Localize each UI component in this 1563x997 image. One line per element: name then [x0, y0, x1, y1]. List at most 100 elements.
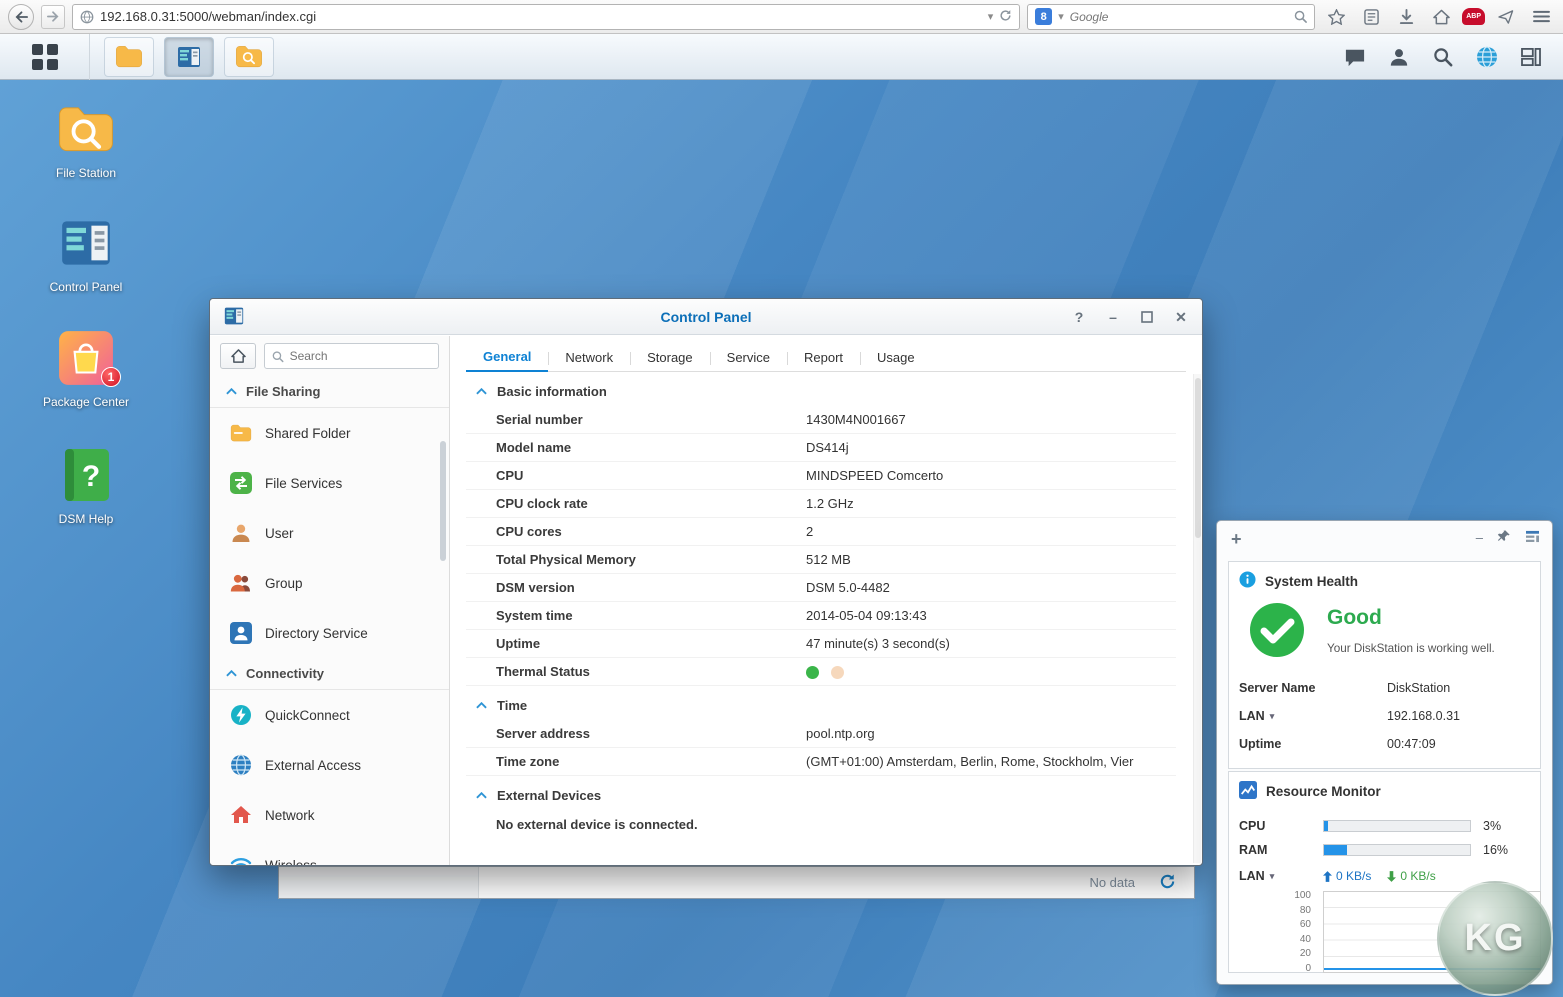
notifications-icon[interactable] — [1339, 41, 1371, 73]
pin-icon[interactable] — [1497, 529, 1511, 546]
content-scrollbar[interactable] — [1193, 374, 1201, 863]
section-time[interactable]: Time — [466, 690, 1176, 720]
network-icon — [230, 804, 252, 826]
system-health-title: System Health — [1265, 574, 1358, 589]
tab-network[interactable]: Network — [548, 345, 630, 371]
sidebar-scrollbar[interactable] — [440, 441, 446, 561]
health-row-lan: LAN▾ 192.168.0.31 — [1239, 702, 1532, 730]
add-widget-button[interactable]: + — [1231, 529, 1242, 549]
sidebar-item-directory-service[interactable]: Directory Service — [210, 608, 449, 658]
close-button[interactable]: ✕ — [1172, 308, 1190, 326]
info-label: DSM version — [466, 580, 806, 595]
downloads-icon[interactable] — [1392, 4, 1420, 30]
maximize-button[interactable] — [1138, 308, 1156, 326]
watermark-text: KG — [1465, 917, 1526, 960]
sidebar-search-input[interactable] — [290, 349, 431, 363]
resource-monitor-title: Resource Monitor — [1266, 784, 1381, 799]
tab-usage[interactable]: Usage — [860, 345, 932, 371]
apps-grid-icon — [32, 44, 58, 70]
home-button[interactable] — [220, 343, 256, 369]
tab-storage[interactable]: Storage — [630, 345, 710, 371]
widgets-panel-icon[interactable] — [1515, 41, 1547, 73]
thermal-dot-beige — [831, 666, 844, 679]
forward-button[interactable] — [41, 5, 65, 29]
chevron-up-icon — [226, 670, 237, 677]
desktop-icon-package-center[interactable]: 1 Package Center — [40, 327, 132, 410]
sidebar-item-external-access[interactable]: External Access — [210, 740, 449, 790]
url-dropdown-icon[interactable]: ▾ — [988, 10, 994, 23]
desktop-icon-file-station[interactable]: File Station — [40, 98, 132, 181]
url-bar[interactable]: ▾ — [72, 4, 1020, 30]
help-button[interactable]: ? — [1070, 308, 1088, 326]
sidebar-item-network[interactable]: Network — [210, 790, 449, 840]
health-row-value: DiskStation — [1387, 681, 1450, 695]
kitguru-watermark: KG — [1437, 881, 1553, 996]
info-label: CPU clock rate — [466, 496, 806, 511]
refresh-icon[interactable] — [1159, 873, 1176, 893]
dsm-taskbar — [0, 34, 1563, 80]
sidebar-section-connectivity[interactable]: Connectivity — [210, 658, 449, 690]
sidebar-item-quickconnect[interactable]: QuickConnect — [210, 690, 449, 740]
chevron-down-icon[interactable]: ▾ — [1270, 711, 1275, 722]
url-input[interactable] — [100, 9, 982, 24]
file-services-icon — [230, 472, 252, 494]
sidebar-item-shared-folder[interactable]: Shared Folder — [210, 408, 449, 458]
widget-panel-icon[interactable] — [1525, 530, 1540, 546]
info-value: 2014-05-04 09:13:43 — [806, 608, 1176, 623]
background-window[interactable]: No data — [278, 866, 1195, 899]
tab-service[interactable]: Service — [710, 345, 787, 371]
adblock-plus-icon[interactable]: ABP — [1462, 8, 1485, 25]
sidebar-item-user[interactable]: User — [210, 508, 449, 558]
tab-general[interactable]: General — [466, 344, 548, 372]
taskbar-app-file-station[interactable] — [104, 37, 154, 77]
desktop-icon-control-panel[interactable]: Control Panel — [40, 212, 132, 295]
widget-minimize-button[interactable]: – — [1476, 530, 1483, 545]
bookmarks-sidebar-icon[interactable] — [1357, 4, 1385, 30]
taskbar-app-file-browser[interactable] — [224, 37, 274, 77]
title-bar[interactable]: Control Panel ? – ✕ — [210, 299, 1202, 335]
health-check-icon — [1249, 602, 1305, 661]
sidebar-section-file-sharing[interactable]: File Sharing — [210, 376, 449, 408]
pocket-send-icon[interactable] — [1492, 4, 1520, 30]
tab-report[interactable]: Report — [787, 345, 860, 371]
taskbar-app-control-panel[interactable] — [164, 37, 214, 77]
chevron-down-icon[interactable]: ▾ — [1270, 871, 1275, 882]
quickconnect-globe-icon[interactable] — [1471, 41, 1503, 73]
info-value: 1430M4N001667 — [806, 412, 1176, 427]
main-menu-button[interactable] — [0, 34, 90, 80]
no-data-label: No data — [1089, 875, 1135, 890]
chevron-up-icon — [476, 702, 487, 709]
cpu-percent: 3% — [1483, 819, 1501, 833]
general-tab-content: Basic information Serial number 1430M4N0… — [466, 372, 1176, 865]
bookmark-star-icon[interactable] — [1322, 4, 1350, 30]
sidebar-item-wireless[interactable]: Wireless — [210, 840, 449, 865]
user-account-icon[interactable] — [1383, 41, 1415, 73]
section-external-devices[interactable]: External Devices — [466, 780, 1176, 810]
menu-hamburger-icon[interactable] — [1527, 4, 1555, 30]
section-basic-information[interactable]: Basic information — [466, 376, 1176, 406]
section-header-label: Time — [497, 698, 527, 713]
info-value: 2 — [806, 524, 1176, 539]
search-icon[interactable] — [1427, 41, 1459, 73]
back-button[interactable] — [8, 4, 34, 30]
health-row-value: 00:47:09 — [1387, 737, 1436, 751]
info-icon — [1239, 571, 1256, 591]
search-engine-dropdown-icon[interactable]: ▾ — [1058, 10, 1064, 23]
info-row-serial-number: Serial number 1430M4N001667 — [466, 406, 1176, 434]
desktop-icon-label: Package Center — [43, 395, 129, 410]
system-health-card: System Health Good Your DiskStation is w… — [1228, 561, 1541, 769]
web-search-input[interactable] — [1070, 10, 1288, 24]
info-label: CPU — [466, 468, 806, 483]
control-panel-window: Control Panel ? – ✕ — [209, 298, 1203, 866]
sidebar-item-file-services[interactable]: File Services — [210, 458, 449, 508]
section-header-label: Basic information — [497, 384, 607, 399]
reload-icon[interactable] — [999, 9, 1012, 25]
minimize-button[interactable]: – — [1104, 308, 1122, 326]
sidebar-search[interactable] — [264, 343, 439, 369]
sidebar-item-group[interactable]: Group — [210, 558, 449, 608]
home-icon[interactable] — [1427, 4, 1455, 30]
desktop-icon-dsm-help[interactable]: ? DSM Help — [40, 444, 132, 527]
sidebar-item-label: User — [265, 526, 294, 541]
search-bar[interactable]: 8 ▾ — [1027, 4, 1315, 30]
health-row-uptime: Uptime 00:47:09 — [1239, 730, 1532, 758]
